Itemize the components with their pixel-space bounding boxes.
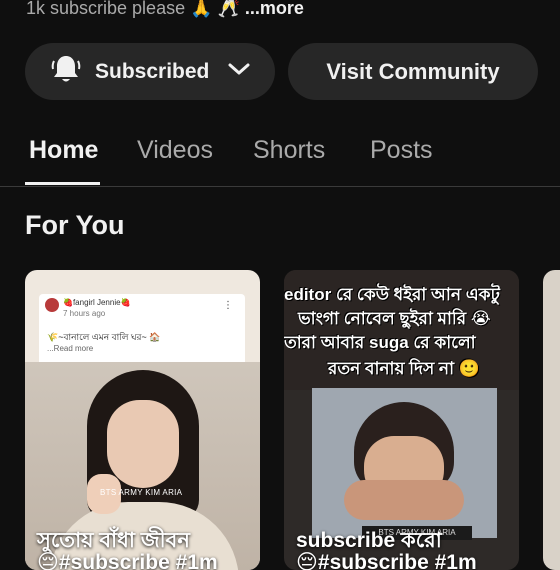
channel-tabs: Home Videos Shorts Posts xyxy=(0,130,560,186)
subscribed-button[interactable]: Subscribed xyxy=(25,43,275,100)
post-text: 🌾~বানালে এমন বালি ঘর~ 🏠 xyxy=(47,332,161,342)
watermark-text: BTS ARMY KIM ARIA xyxy=(100,488,183,497)
chevron-down-icon xyxy=(227,61,251,82)
tab-home[interactable]: Home xyxy=(29,136,98,165)
post-read-more: ...Read more xyxy=(47,344,94,353)
short-hashtags: 😔#subscribe #1m xyxy=(296,551,477,570)
more-link[interactable]: ...more xyxy=(245,0,304,18)
description-text: 1k subscribe please 🙏 🥂 xyxy=(26,0,245,18)
channel-description[interactable]: 1k subscribe please 🙏 🥂 ...more xyxy=(26,0,304,19)
tabs-divider xyxy=(0,186,560,187)
short-card[interactable]: 🍓fangirl Jennie🍓 7 hours ago ⋮ 🌾~বানালে … xyxy=(25,270,260,570)
short-hashtags: 😔#subscribe #1m xyxy=(37,551,218,570)
subscribed-label: Subscribed xyxy=(95,59,210,83)
thumbnail-image: BTS ARMY KIM ARIA xyxy=(312,388,497,540)
thumbnail-hands xyxy=(344,480,464,520)
post-timestamp: 7 hours ago xyxy=(63,309,106,318)
visit-community-button[interactable]: Visit Community xyxy=(288,43,538,100)
avatar xyxy=(45,298,59,312)
tab-posts[interactable]: Posts xyxy=(370,136,433,165)
meme-text-area: editor রে কেউ ধইরা আন একটু ভাংগা নোবেল ছ… xyxy=(284,270,519,390)
section-title: For You xyxy=(25,210,125,240)
short-card-partial[interactable] xyxy=(543,270,560,570)
post-username: 🍓fangirl Jennie🍓 xyxy=(63,298,131,307)
bell-icon xyxy=(49,52,83,91)
thumbnail-face xyxy=(107,400,179,488)
meme-line: তারা আবার suga রে কালো xyxy=(284,333,476,352)
meme-line: রতন বানায় দিস না 🙂 xyxy=(328,359,480,378)
active-tab-indicator xyxy=(25,182,100,185)
tab-shorts[interactable]: Shorts xyxy=(253,136,325,165)
tab-videos[interactable]: Videos xyxy=(137,136,213,165)
short-card[interactable]: editor রে কেউ ধইরা আন একটু ভাংগা নোবেল ছ… xyxy=(284,270,519,570)
visit-community-label: Visit Community xyxy=(326,58,500,84)
more-options-icon: ⋮ xyxy=(223,300,233,311)
